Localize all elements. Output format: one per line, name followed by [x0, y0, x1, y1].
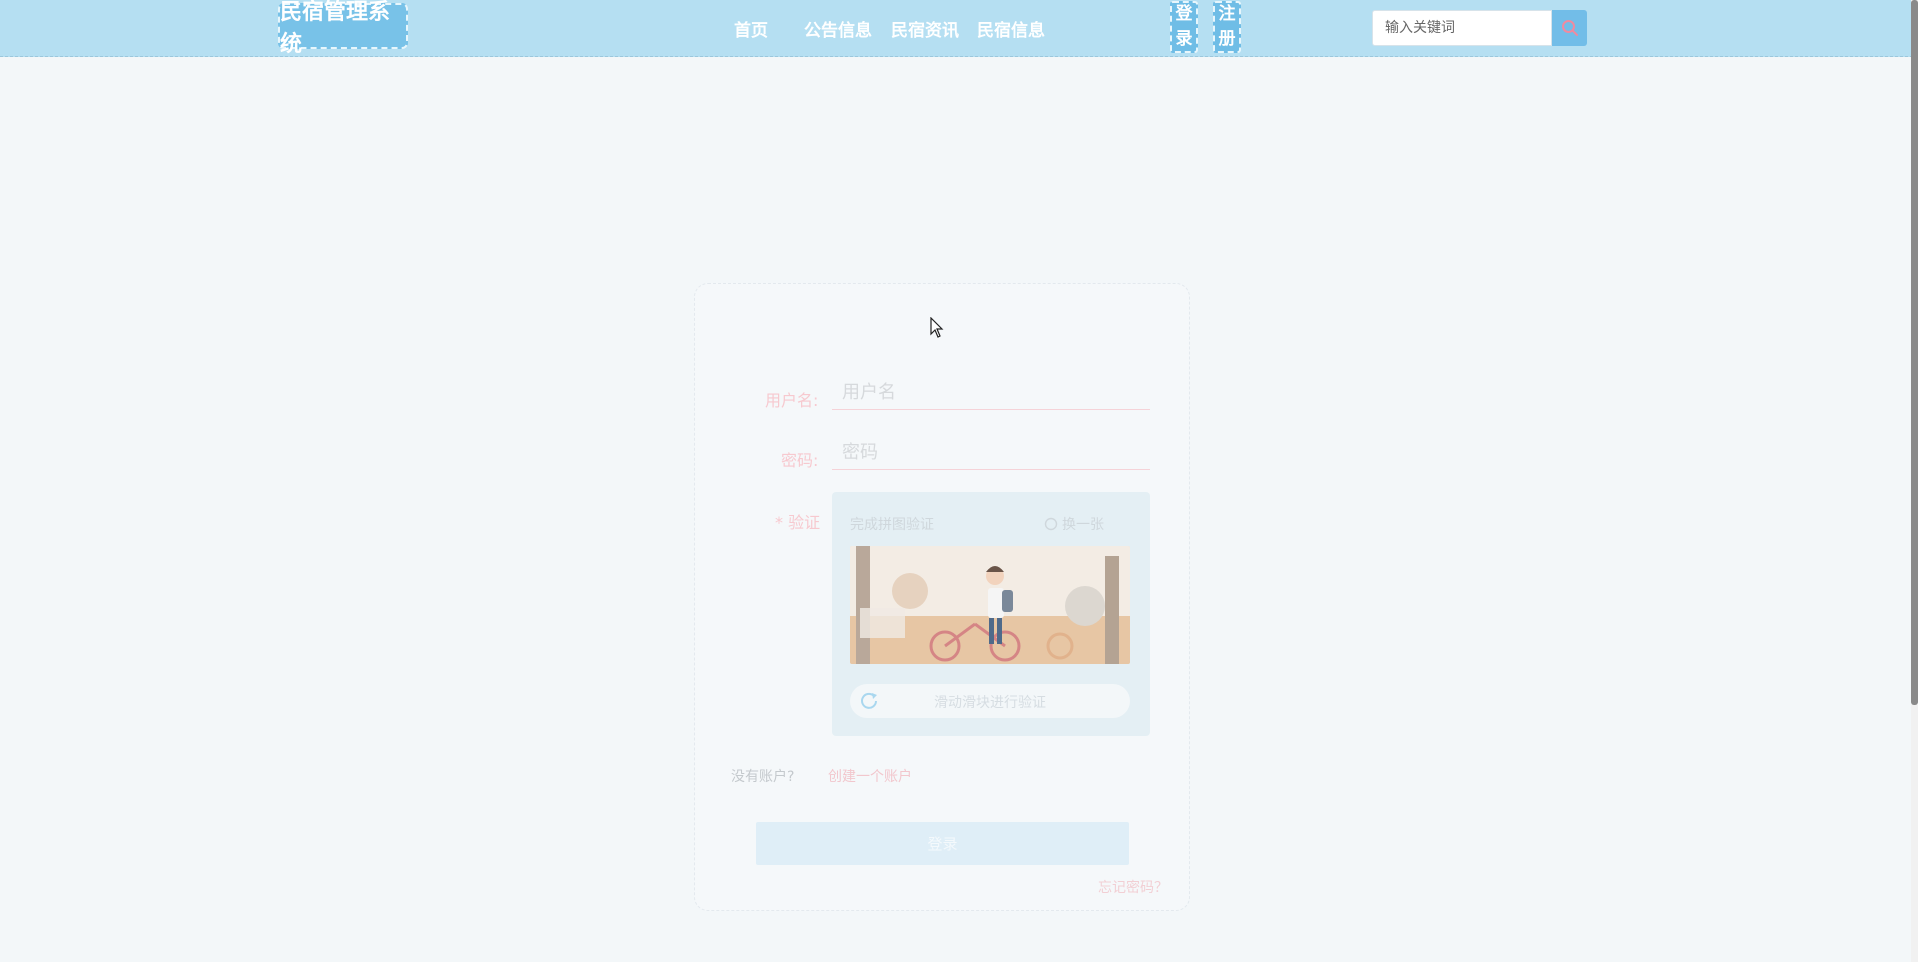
search-input[interactable]	[1372, 10, 1552, 46]
no-account-text: 没有账户?	[731, 769, 795, 785]
nav-item-news[interactable]: 民宿资讯	[891, 16, 959, 41]
captcha-slider[interactable]: 滑动滑块进行验证	[850, 684, 1130, 718]
captcha-panel: 完成拼图验证 换一张 滑动滑块进行验证	[832, 492, 1150, 736]
search-bar	[1372, 10, 1587, 46]
password-input[interactable]	[832, 436, 1150, 470]
captcha-title: 完成拼图验证	[850, 517, 934, 533]
captcha-refresh[interactable]: 换一张	[1044, 514, 1104, 534]
site-logo[interactable]: 民宿管理系统	[278, 0, 408, 57]
captcha-image	[850, 546, 1130, 664]
refresh-icon	[1044, 517, 1058, 531]
username-label: 用户名:	[765, 391, 819, 410]
mouse-cursor-icon	[930, 317, 944, 338]
create-account-link[interactable]: 创建一个账户	[828, 766, 912, 786]
register-button[interactable]: 注 册	[1213, 1, 1241, 53]
login-button[interactable]: 登 录	[1170, 1, 1198, 53]
slider-hint: 滑动滑块进行验证	[934, 695, 1046, 711]
username-input[interactable]	[832, 376, 1150, 410]
search-icon	[1561, 20, 1578, 36]
password-label: 密码:	[781, 451, 819, 470]
page-scrollbar[interactable]	[1911, 0, 1918, 962]
scrollbar-thumb[interactable]	[1911, 0, 1918, 705]
verify-label: * 验证	[775, 513, 821, 532]
nav-item-homestays[interactable]: 民宿信息	[977, 16, 1045, 41]
search-button[interactable]	[1552, 10, 1587, 46]
page: 民宿管理系统 首页 公告信息 民宿资讯 民宿信息 登 录 注 册 用户	[0, 0, 1918, 962]
top-navbar: 民宿管理系统 首页 公告信息 民宿资讯 民宿信息 登 录 注 册	[0, 0, 1918, 57]
nav-item-announcements[interactable]: 公告信息	[804, 16, 872, 41]
nav-item-home[interactable]: 首页	[734, 16, 768, 41]
forgot-password-link[interactable]: 忘记密码？	[1098, 877, 1168, 897]
submit-login-button[interactable]: 登录	[756, 822, 1129, 865]
